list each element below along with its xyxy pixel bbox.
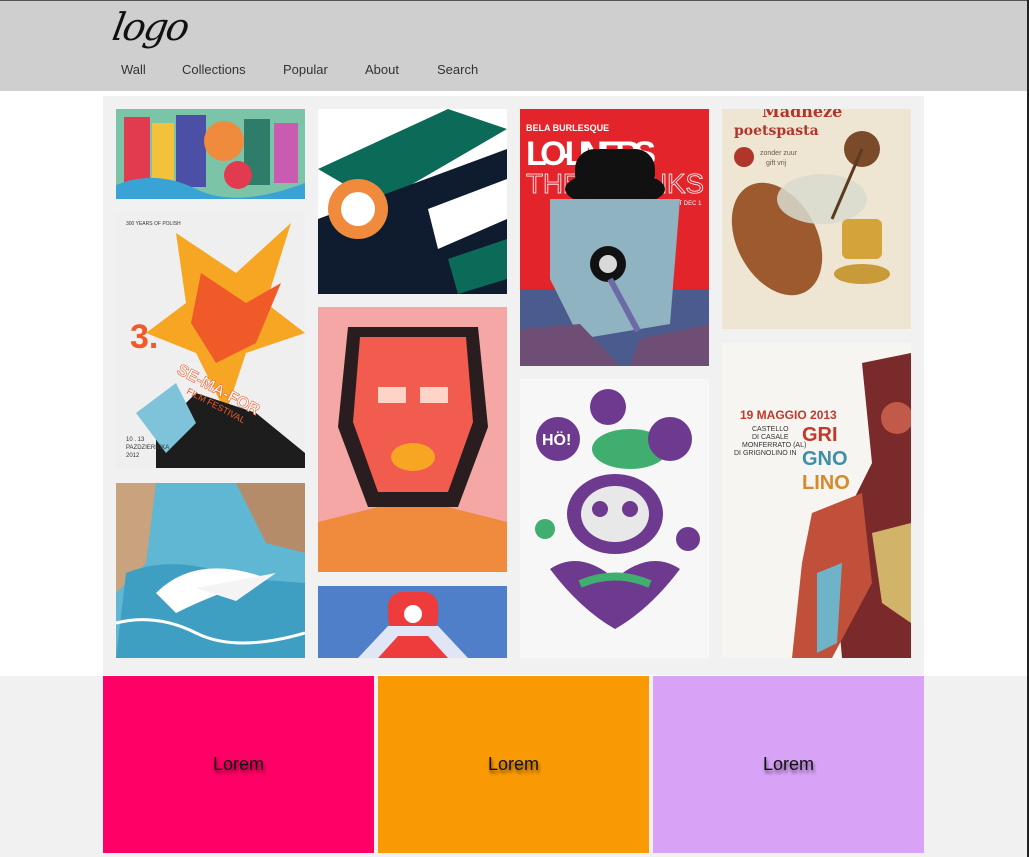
nav-search[interactable]: Search [437,62,478,77]
poster-lo-liners[interactable]: BELA BURLESQUE LO-LINERS THE CRANKS WUND… [520,109,709,366]
nav-popular[interactable]: Popular [283,62,328,77]
svg-text:Madheze: Madheze [762,109,842,121]
promo-label: Lorem [762,754,815,774]
svg-text:19 MAGGIO 2013: 19 MAGGIO 2013 [740,408,837,422]
svg-text:GNO: GNO [802,448,848,470]
svg-text:300 YEARS OF POLISH: 300 YEARS OF POLISH [126,221,181,227]
svg-text:GRI: GRI [802,424,838,446]
svg-text:DI CASALE: DI CASALE [752,434,789,441]
svg-text:CASTELLO: CASTELLO [752,426,789,433]
svg-text:HÖ!: HÖ! [542,430,571,449]
promo-panel-pink[interactable]: Lorem [103,676,374,853]
poster-purple-graffiti-skull[interactable]: HÖ! [520,379,709,658]
poster-semafor-film-festival[interactable]: 3. 300 YEARS OF POLISH 10 . 13 PAZDZIERN… [116,213,305,468]
poster-biplane[interactable] [318,109,507,294]
svg-text:zonder zuur: zonder zuur [760,150,798,157]
nav-collections[interactable]: Collections [182,62,246,77]
promo-label: Lorem [212,754,265,774]
nav-wall[interactable]: Wall [121,62,146,77]
svg-text:PAZDZIERNIKA: PAZDZIERNIKA [126,445,169,451]
poster-red-mask-face[interactable] [318,307,507,572]
poster-colorful-typography[interactable] [116,109,305,199]
promo-label: Lorem [487,754,540,774]
promo-panel-orange[interactable]: Lorem [378,676,649,853]
svg-text:10 . 13: 10 . 13 [126,437,145,443]
poster-robot-character[interactable] [318,586,507,658]
svg-text:poetspasta: poetspasta [734,123,819,139]
poster-grignolino-wine[interactable]: 19 MAGGIO 2013 CASTELLO DI CASALE MONFER… [722,343,911,658]
svg-text:DI GRIGNOLINO IN: DI GRIGNOLINO IN [734,450,797,457]
poster-seaside-bird[interactable] [116,483,305,658]
poster-vintage-fly-toothpaste[interactable]: Madheze poetspasta zonder zuur gift vrij [722,109,911,329]
site-header: logo Wall Collections Popular About Sear… [0,1,1027,91]
promo-panel-lilac[interactable]: Lorem [653,676,924,853]
svg-text:MONFERRATO (AL): MONFERRATO (AL) [742,442,806,449]
svg-text:3.: 3. [130,318,158,356]
promo-footer: Lorem Lorem Lorem [0,676,1027,857]
logo[interactable]: logo [109,5,191,49]
svg-text:LINO: LINO [802,472,850,494]
svg-text:BELA BURLESQUE: BELA BURLESQUE [526,123,609,133]
svg-text:gift vrij: gift vrij [766,160,787,167]
poster-gallery: 3. 300 YEARS OF POLISH 10 . 13 PAZDZIERN… [103,96,924,675]
svg-text:2012: 2012 [126,453,140,459]
nav-about[interactable]: About [365,62,399,77]
